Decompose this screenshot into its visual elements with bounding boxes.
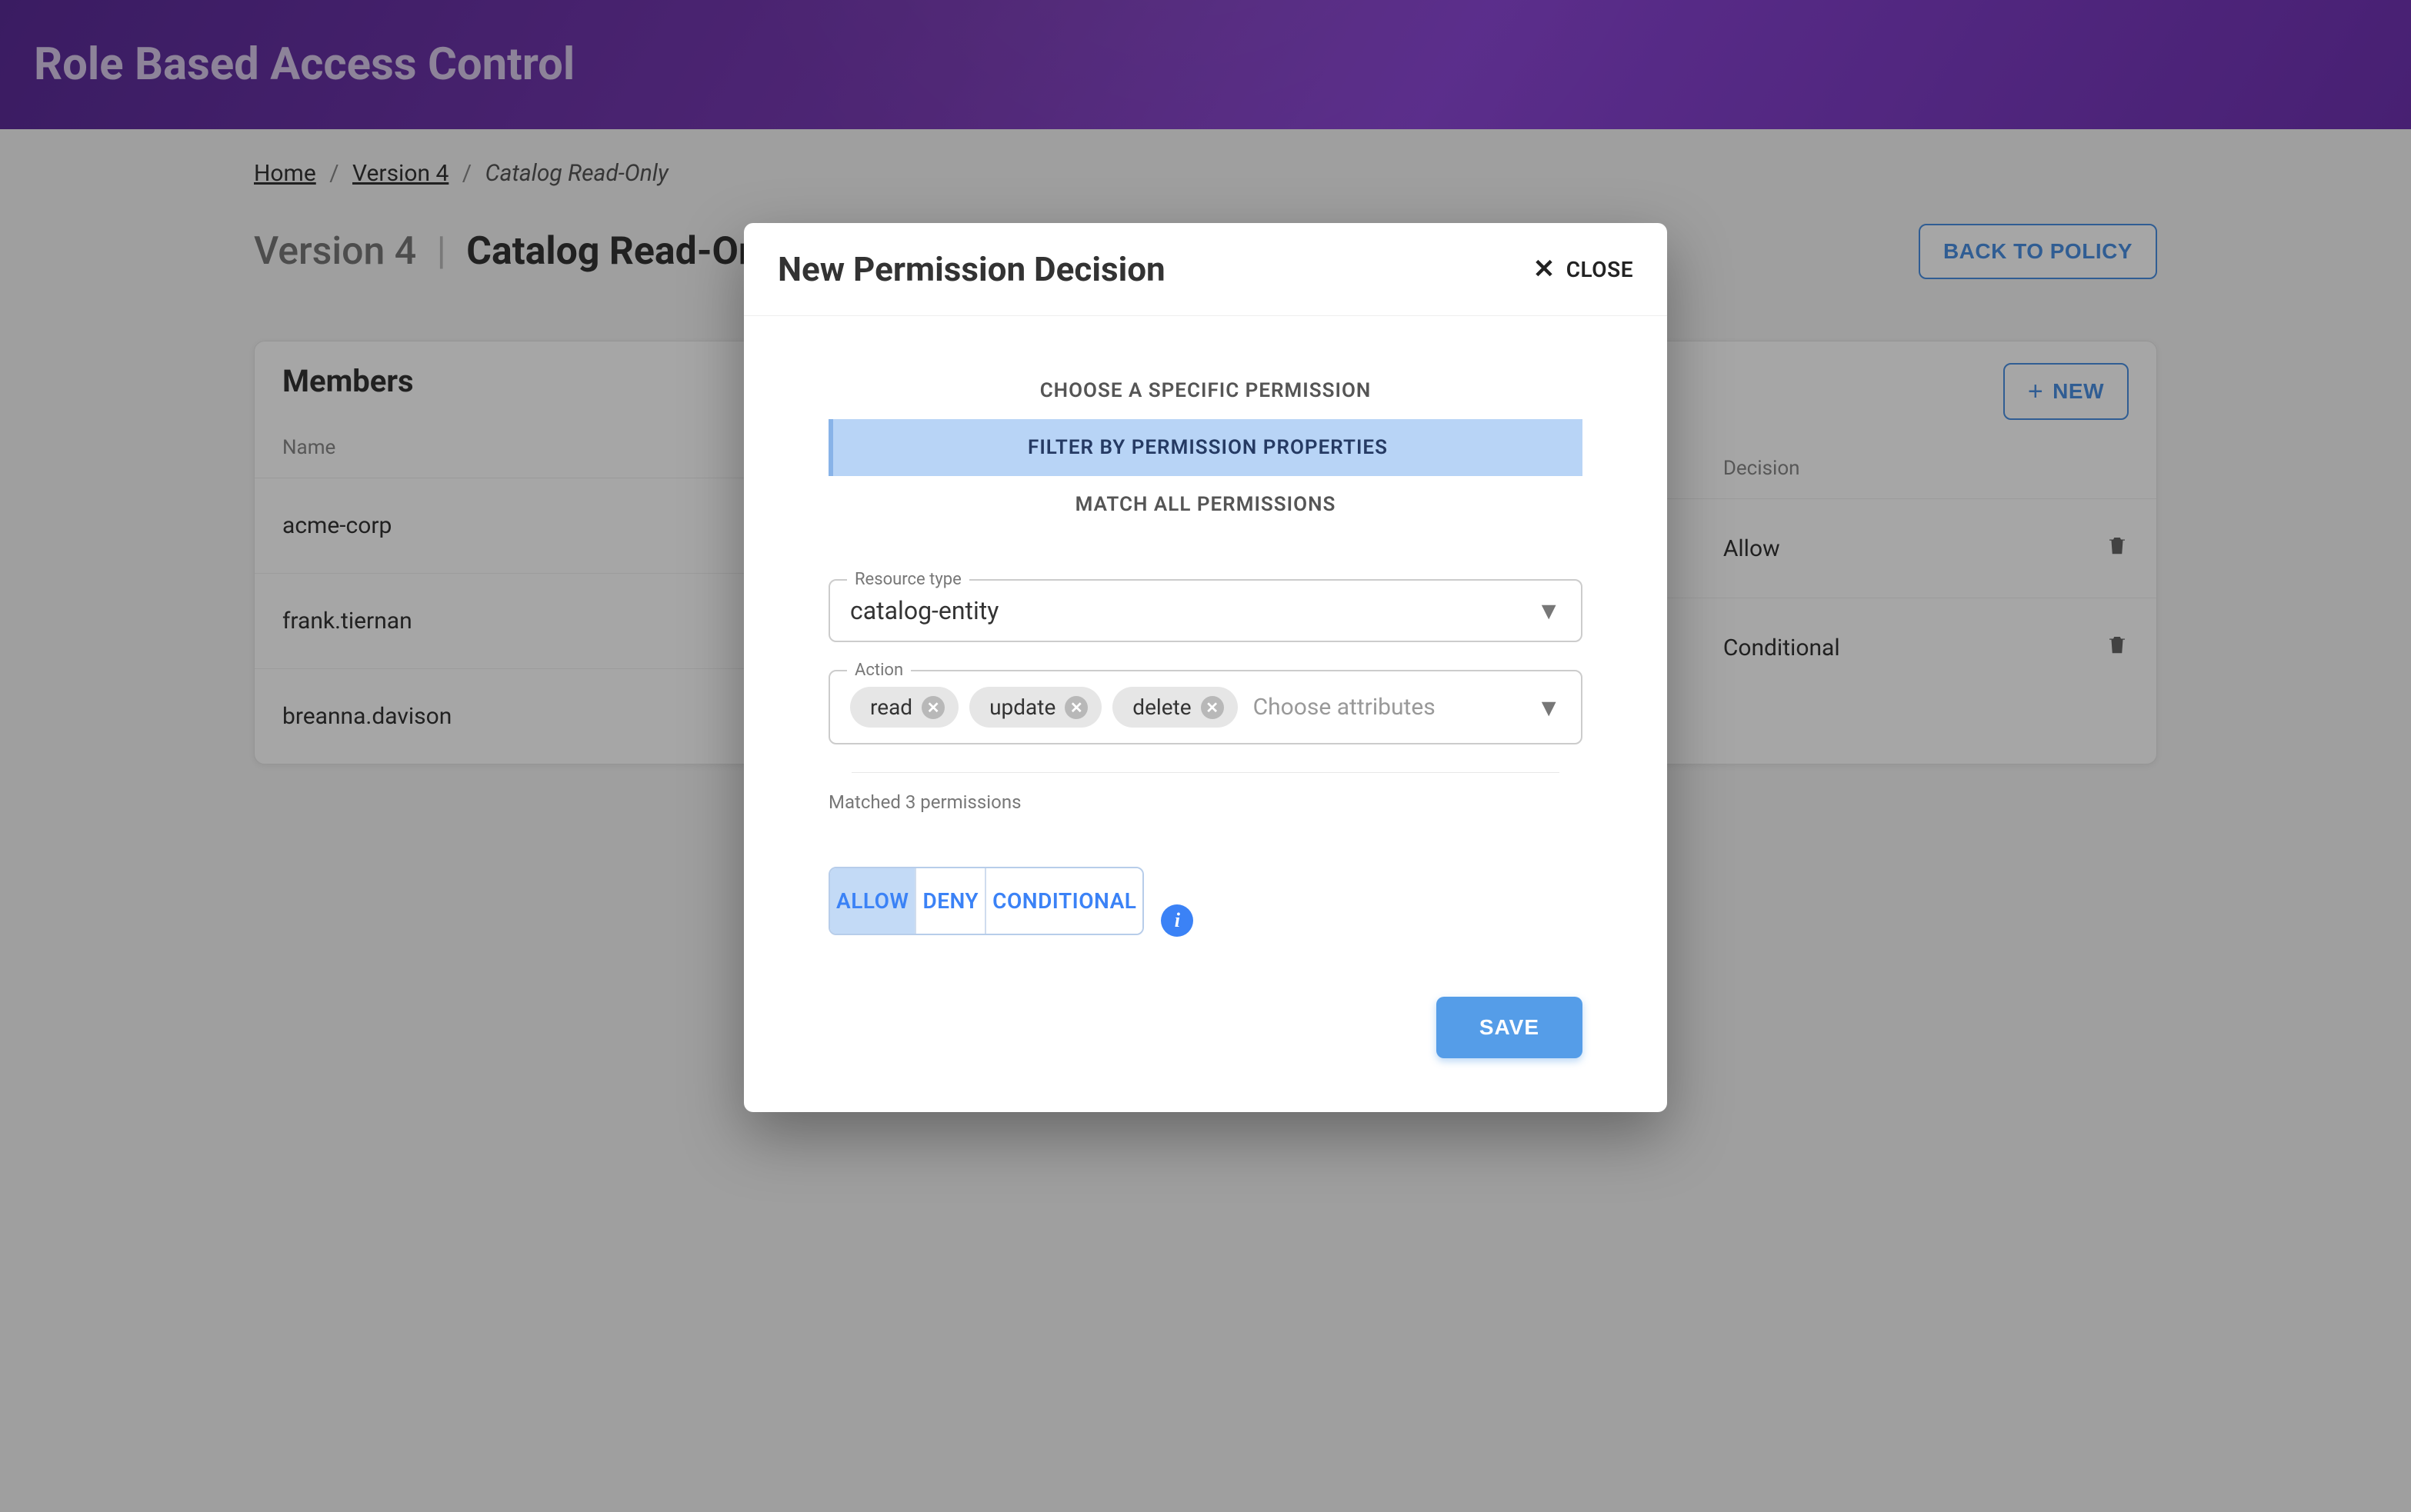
action-label: Action (847, 661, 911, 680)
close-icon: ✕ (1533, 256, 1556, 282)
action-placeholder: Choose attributes (1253, 694, 1436, 721)
chip-label: read (870, 694, 912, 720)
chip-remove-icon[interactable]: ✕ (1065, 696, 1088, 719)
resource-type-value: catalog-entity (850, 596, 999, 625)
modal-title: New Permission Decision (778, 249, 1165, 289)
save-button[interactable]: SAVE (1436, 997, 1582, 1058)
toggle-allow[interactable]: ALLOW (830, 868, 916, 934)
chip-remove-icon[interactable]: ✕ (1201, 696, 1224, 719)
new-permission-modal: New Permission Decision ✕ CLOSE CHOOSE A… (744, 223, 1667, 1112)
seg-all[interactable]: MATCH ALL PERMISSIONS (829, 476, 1582, 533)
chevron-down-icon: ▼ (1536, 596, 1561, 625)
resource-type-label: Resource type (847, 570, 969, 589)
close-button[interactable]: ✕ CLOSE (1533, 256, 1633, 282)
chip-label: delete (1132, 694, 1191, 720)
modal-overlay[interactable]: New Permission Decision ✕ CLOSE CHOOSE A… (0, 0, 2411, 1512)
resource-type-select[interactable]: Resource type catalog-entity ▼ (829, 579, 1582, 642)
chip-label: update (989, 694, 1055, 720)
action-chip-update: update ✕ (969, 687, 1102, 728)
match-mode-list: CHOOSE A SPECIFIC PERMISSION FILTER BY P… (829, 362, 1582, 533)
toggle-deny[interactable]: DENY (916, 868, 986, 934)
decision-toggle: ALLOW DENY CONDITIONAL (829, 867, 1144, 935)
action-chip-delete: delete ✕ (1112, 687, 1237, 728)
toggle-conditional[interactable]: CONDITIONAL (986, 868, 1142, 934)
seg-filter[interactable]: FILTER BY PERMISSION PROPERTIES (829, 419, 1582, 476)
info-icon[interactable]: i (1161, 904, 1193, 937)
seg-specific[interactable]: CHOOSE A SPECIFIC PERMISSION (829, 362, 1582, 419)
action-select[interactable]: Action read ✕ update ✕ delete ✕ (829, 670, 1582, 744)
close-label: CLOSE (1566, 257, 1633, 282)
action-chip-read: read ✕ (850, 687, 959, 728)
chip-remove-icon[interactable]: ✕ (922, 696, 945, 719)
divider (852, 772, 1559, 773)
chevron-down-icon: ▼ (1536, 693, 1561, 722)
matched-count: Matched 3 permissions (829, 791, 1582, 813)
